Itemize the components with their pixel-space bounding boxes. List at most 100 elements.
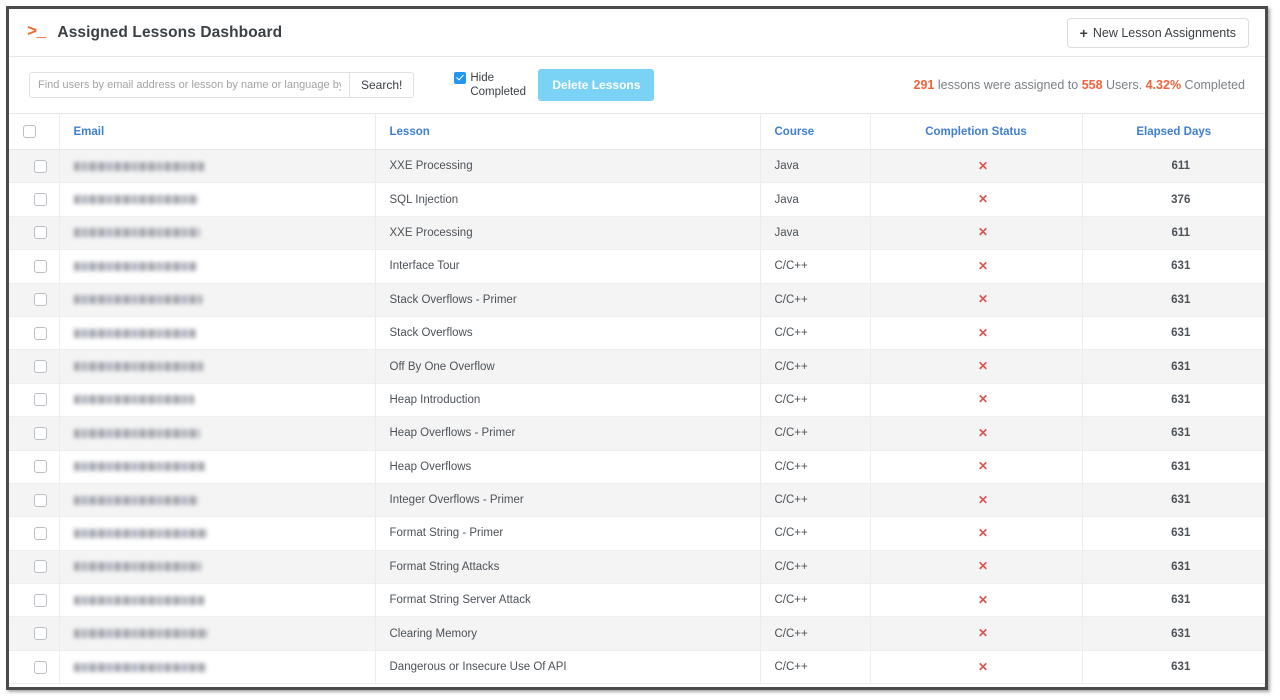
- incomplete-x-icon: ✕: [977, 459, 989, 474]
- cell-elapsed-days: 631: [1082, 383, 1265, 418]
- cell-lesson: Heap Overflows - Primer: [375, 416, 761, 451]
- row-checkbox-icon[interactable]: [34, 560, 48, 574]
- cell-lesson: Heap Overflows: [375, 450, 761, 484]
- table-row[interactable]: XXE Processing Java ✕ 611: [9, 216, 1265, 251]
- column-header-email[interactable]: Email: [59, 113, 376, 150]
- cell-email: [59, 283, 376, 317]
- row-checkbox-icon[interactable]: [34, 326, 48, 340]
- row-select-cell[interactable]: [9, 249, 60, 284]
- delete-lessons-button[interactable]: Delete Lessons: [538, 69, 655, 101]
- row-select-cell[interactable]: [9, 349, 60, 384]
- cell-lesson: Format String - Primer: [375, 516, 761, 551]
- row-select-cell[interactable]: [9, 616, 60, 651]
- brand: >_ Assigned Lessons Dashboard: [23, 24, 282, 42]
- row-select-cell[interactable]: [9, 516, 60, 551]
- redacted-email: [73, 161, 204, 171]
- cell-lesson: Heap Introduction: [375, 383, 761, 418]
- table-row[interactable]: Format String Attacks C/C++ ✕ 631: [9, 550, 1265, 585]
- row-checkbox-icon[interactable]: [34, 393, 48, 407]
- cell-completion-status: ✕: [870, 216, 1083, 251]
- cell-elapsed-days: 631: [1082, 650, 1265, 685]
- redacted-email: [73, 562, 201, 572]
- table-row[interactable]: XXE Processing Java ✕ 611: [9, 149, 1265, 184]
- row-checkbox-icon[interactable]: [34, 226, 48, 240]
- table-row[interactable]: Stack Overflows C/C++ ✕ 631: [9, 316, 1265, 351]
- table-row[interactable]: Integer Overflows - Primer C/C++ ✕ 631: [9, 483, 1265, 518]
- users-count: 558: [1081, 78, 1103, 92]
- cell-course: C/C++: [760, 349, 871, 384]
- cell-completion-status: ✕: [870, 182, 1083, 217]
- select-all-header[interactable]: [9, 113, 60, 150]
- row-select-cell[interactable]: [9, 216, 60, 251]
- cell-email: [59, 483, 376, 518]
- row-checkbox-icon[interactable]: [34, 660, 48, 674]
- terminal-prompt-icon: >_: [27, 23, 46, 42]
- new-lesson-assignments-button[interactable]: + New Lesson Assignments: [1066, 17, 1249, 48]
- column-header-course[interactable]: Course: [760, 113, 871, 150]
- row-select-cell[interactable]: [9, 316, 60, 351]
- row-checkbox-icon[interactable]: [34, 593, 48, 607]
- cell-elapsed-days: 631: [1082, 249, 1265, 284]
- table-row[interactable]: Dangerous or Insecure Use Of API C/C++ ✕ 63…: [9, 650, 1265, 685]
- row-select-cell[interactable]: [9, 450, 60, 484]
- table-row[interactable]: Format String Server Attack C/C++ ✕ 631: [9, 583, 1265, 618]
- redacted-email: [73, 195, 198, 205]
- cell-email: [59, 349, 376, 384]
- row-select-cell[interactable]: [9, 483, 60, 518]
- row-checkbox-icon[interactable]: [34, 293, 48, 307]
- row-select-cell[interactable]: [9, 416, 60, 451]
- table-row[interactable]: Heap Overflows - Primer C/C++ ✕ 631: [9, 416, 1265, 451]
- row-select-cell[interactable]: [9, 583, 60, 618]
- search-input[interactable]: [29, 72, 349, 98]
- row-checkbox-icon[interactable]: [34, 259, 48, 273]
- redacted-email: [73, 228, 200, 238]
- checkbox-checked-icon[interactable]: [454, 72, 467, 84]
- row-checkbox-icon[interactable]: [34, 526, 48, 540]
- cell-course: C/C++: [760, 316, 871, 351]
- row-select-cell[interactable]: [9, 650, 60, 685]
- cell-elapsed-days: 631: [1082, 283, 1265, 317]
- cell-course: C/C++: [760, 383, 871, 418]
- incomplete-x-icon: ✕: [977, 392, 989, 407]
- table-row[interactable]: Heap Overflows C/C++ ✕ 631: [9, 450, 1265, 484]
- row-checkbox-icon[interactable]: [34, 460, 48, 474]
- table-header: Email Lesson Course Completion Status El…: [9, 113, 1265, 150]
- table-row[interactable]: Clearing Memory C/C++ ✕ 631: [9, 616, 1265, 651]
- table-row[interactable]: Off By One Overflow C/C++ ✕ 631: [9, 349, 1265, 384]
- table-row[interactable]: Interface Tour C/C++ ✕ 631: [9, 249, 1265, 284]
- cell-course: C/C++: [760, 483, 871, 518]
- row-checkbox-icon[interactable]: [34, 193, 48, 207]
- completed-percent: 4.32%: [1145, 78, 1182, 92]
- incomplete-x-icon: ✕: [977, 592, 989, 607]
- cell-lesson: Dangerous or Insecure Use Of API: [375, 650, 761, 685]
- column-header-lesson[interactable]: Lesson: [375, 113, 761, 150]
- row-checkbox-icon[interactable]: [34, 426, 48, 440]
- redacted-email: [73, 595, 204, 605]
- row-checkbox-icon[interactable]: [34, 360, 48, 374]
- cell-elapsed-days: 611: [1082, 149, 1265, 184]
- table-row[interactable]: Format String - Primer C/C++ ✕ 631: [9, 516, 1265, 551]
- row-checkbox-icon[interactable]: [34, 627, 48, 641]
- table-row[interactable]: SQL Injection Java ✕ 376: [9, 182, 1265, 217]
- row-select-cell[interactable]: [9, 383, 60, 418]
- cell-email: [59, 416, 376, 451]
- column-header-elapsed-days[interactable]: Elapsed Days: [1082, 113, 1265, 150]
- table-row[interactable]: Heap Introduction C/C++ ✕ 631: [9, 383, 1265, 418]
- select-all-checkbox-icon[interactable]: [23, 125, 36, 138]
- incomplete-x-icon: ✕: [977, 559, 989, 574]
- cell-lesson: Off By One Overflow: [375, 349, 761, 384]
- column-header-completion-status[interactable]: Completion Status: [870, 113, 1083, 150]
- search-button[interactable]: Search!: [349, 72, 415, 98]
- row-checkbox-icon[interactable]: [34, 159, 48, 173]
- row-select-cell[interactable]: [9, 283, 60, 317]
- row-checkbox-icon[interactable]: [34, 493, 48, 507]
- row-select-cell[interactable]: [9, 149, 60, 184]
- table-row[interactable]: Stack Overflows - Primer C/C++ ✕ 631: [9, 283, 1265, 317]
- cell-elapsed-days: 611: [1082, 216, 1265, 251]
- hide-completed-checkbox[interactable]: Hide Completed: [454, 71, 526, 99]
- cell-lesson: Stack Overflows: [375, 316, 761, 351]
- row-select-cell[interactable]: [9, 182, 60, 217]
- row-select-cell[interactable]: [9, 550, 60, 585]
- cell-email: [59, 316, 376, 351]
- redacted-email: [73, 295, 202, 305]
